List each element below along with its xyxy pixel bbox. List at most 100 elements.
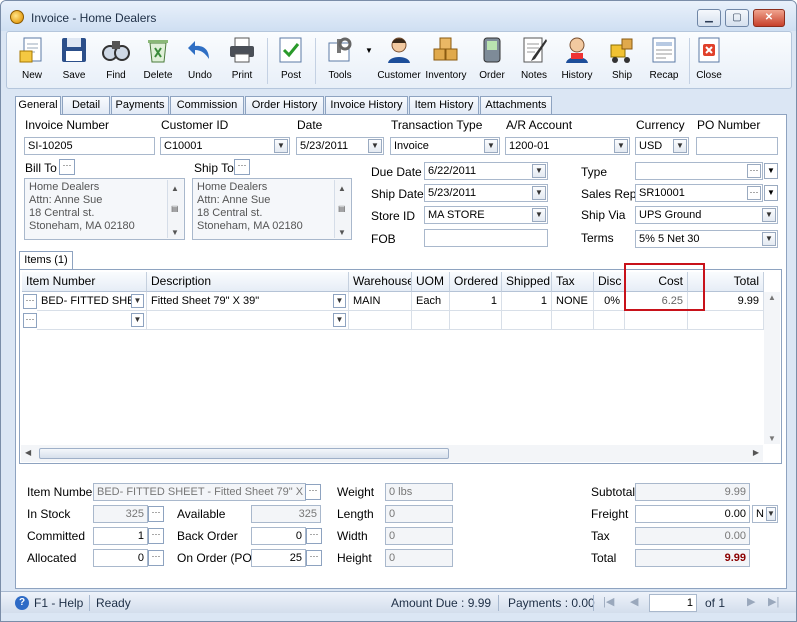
column-header-shipped[interactable]: Shipped <box>502 272 552 292</box>
chevron-down-icon[interactable]: ▼ <box>333 294 346 308</box>
last-page-icon[interactable]: ▶| <box>768 595 779 608</box>
close-window-button[interactable]: ✕ <box>753 9 785 27</box>
scroll-up-icon[interactable]: ▲ <box>768 293 776 302</box>
date-field[interactable]: 5/23/2011 ▼ <box>296 137 384 155</box>
scroll-left-icon[interactable]: ◀ <box>25 448 31 457</box>
tax-cell[interactable] <box>552 311 594 330</box>
chevron-down-icon[interactable]: ▼ <box>131 313 144 327</box>
committed-lookup-button[interactable]: ··· <box>148 528 164 544</box>
previous-page-icon[interactable]: ◀ <box>630 595 638 608</box>
terms-select[interactable]: 5% 5 Net 30 ▼ <box>635 230 778 248</box>
cost-cell[interactable] <box>625 311 688 330</box>
total-cell[interactable] <box>688 311 764 330</box>
bill-to-lookup-button[interactable]: ··· <box>59 159 75 175</box>
shipped-cell[interactable]: 1 <box>502 292 552 311</box>
scroll-right-icon[interactable]: ▶ <box>753 448 759 457</box>
chevron-down-icon[interactable]: ▼ <box>614 139 628 153</box>
ship-button[interactable]: Ship <box>600 35 644 87</box>
tab-commission[interactable]: Commission <box>170 96 244 114</box>
print-button[interactable]: Print <box>220 35 264 87</box>
row-lookup-button[interactable]: ··· <box>23 294 37 309</box>
help-icon[interactable]: ? <box>15 596 29 610</box>
lookup-button[interactable]: ··· <box>747 164 761 178</box>
tax-cell[interactable]: NONE <box>552 292 594 311</box>
notes-button[interactable]: Notes <box>512 35 556 87</box>
order-button[interactable]: Order <box>470 35 514 87</box>
page-number-input[interactable]: 1 <box>649 594 697 612</box>
chevron-down-icon[interactable]: ▼ <box>532 208 546 222</box>
grid-horizontal-scrollbar[interactable]: ◀ ▶ <box>21 445 763 462</box>
help-link[interactable]: F1 - Help <box>34 596 83 610</box>
bill-to-address[interactable]: Home Dealers Attn: Anne Sue 18 Central s… <box>24 178 185 240</box>
chevron-down-icon[interactable]: ▼ <box>762 208 776 222</box>
minimize-button[interactable]: ▁ <box>697 9 721 27</box>
column-header-ordered[interactable]: Ordered <box>450 272 502 292</box>
freight-tax-code-select[interactable]: N ▼ <box>752 505 778 523</box>
customer-id-field[interactable]: C10001 ▼ <box>160 137 290 155</box>
ship-via-select[interactable]: UPS Ground ▼ <box>635 206 778 224</box>
address-scrollbar[interactable]: ▲ ▤ ▼ <box>167 180 183 238</box>
tools-dropdown-arrow[interactable]: ▼ <box>365 46 373 55</box>
delete-button[interactable]: Delete <box>136 35 180 87</box>
recap-button[interactable]: Recap <box>642 35 686 87</box>
close-button[interactable]: Close <box>687 35 731 87</box>
po-number-field[interactable] <box>696 137 778 155</box>
customer-button[interactable]: Customer <box>376 35 422 87</box>
warehouse-cell[interactable]: MAIN <box>349 292 412 311</box>
column-header-disc[interactable]: Disc <box>594 272 625 292</box>
chevron-down-icon[interactable]: ▼ <box>484 139 498 153</box>
type-field[interactable]: ··· <box>635 162 763 180</box>
ar-account-select[interactable]: 1200-01 ▼ <box>505 137 630 155</box>
tab-detail[interactable]: Detail <box>62 96 110 114</box>
invoice-number-field[interactable]: SI-10205 <box>24 137 155 155</box>
tab-item-history[interactable]: Item History <box>409 96 479 114</box>
item-lookup-button[interactable]: ··· <box>305 484 321 500</box>
back-order-lookup-button[interactable]: ··· <box>306 528 322 544</box>
chevron-down-icon[interactable]: ▼ <box>131 294 144 308</box>
save-button[interactable]: Save <box>52 35 96 87</box>
due-date-field[interactable]: 6/22/2011 ▼ <box>424 162 548 180</box>
column-header-tax[interactable]: Tax <box>552 272 594 292</box>
history-button[interactable]: History <box>554 35 600 87</box>
uom-cell[interactable] <box>412 311 450 330</box>
column-header-warehouse[interactable]: Warehouse <box>349 272 412 292</box>
transaction-type-select[interactable]: Invoice ▼ <box>390 137 500 155</box>
tab-payments[interactable]: Payments <box>111 96 169 114</box>
chevron-down-icon[interactable]: ▼ <box>764 185 778 201</box>
uom-cell[interactable]: Each <box>412 292 450 311</box>
on-order-lookup-button[interactable]: ··· <box>306 550 322 566</box>
chevron-down-icon[interactable]: ▼ <box>762 232 776 246</box>
description-cell[interactable] <box>147 311 349 330</box>
first-page-icon[interactable]: |◀ <box>603 595 614 608</box>
chevron-down-icon[interactable]: ▼ <box>532 164 546 178</box>
post-button[interactable]: Post <box>269 35 313 87</box>
row-lookup-button[interactable]: ··· <box>23 313 37 328</box>
ship-to-lookup-button[interactable]: ··· <box>234 159 250 175</box>
chevron-down-icon[interactable]: ▼ <box>532 186 546 200</box>
tab-items[interactable]: Items (1) <box>19 251 73 269</box>
sales-rep-field[interactable]: SR10001 ··· <box>635 184 763 202</box>
column-header-item-number[interactable]: Item Number <box>22 272 147 292</box>
ordered-cell[interactable] <box>450 311 502 330</box>
inventory-button[interactable]: Inventory <box>423 35 469 87</box>
column-header-description[interactable]: Description <box>147 272 349 292</box>
new-button[interactable]: New <box>10 35 54 87</box>
find-button[interactable]: Find <box>94 35 138 87</box>
ordered-cell[interactable]: 1 <box>450 292 502 311</box>
chevron-down-icon[interactable]: ▼ <box>673 139 687 153</box>
next-page-icon[interactable]: ▶ <box>747 595 755 608</box>
tab-general[interactable]: General <box>15 96 61 115</box>
chevron-down-icon[interactable]: ▼ <box>368 139 382 153</box>
allocated-lookup-button[interactable]: ··· <box>148 550 164 566</box>
tab-attachments[interactable]: Attachments <box>480 96 552 114</box>
lookup-button[interactable]: ··· <box>747 186 761 200</box>
grid-vertical-scrollbar[interactable]: ▲ ▼ <box>764 292 780 444</box>
disc-cell[interactable]: 0% <box>594 292 625 311</box>
shipped-cell[interactable] <box>502 311 552 330</box>
chevron-down-icon[interactable]: ▼ <box>766 507 776 521</box>
chevron-down-icon[interactable]: ▼ <box>333 313 346 327</box>
fob-field[interactable] <box>424 229 548 247</box>
chevron-down-icon[interactable]: ▼ <box>764 163 778 179</box>
store-id-select[interactable]: MA STORE ▼ <box>424 206 548 224</box>
ship-to-address[interactable]: Home Dealers Attn: Anne Sue 18 Central s… <box>192 178 352 240</box>
